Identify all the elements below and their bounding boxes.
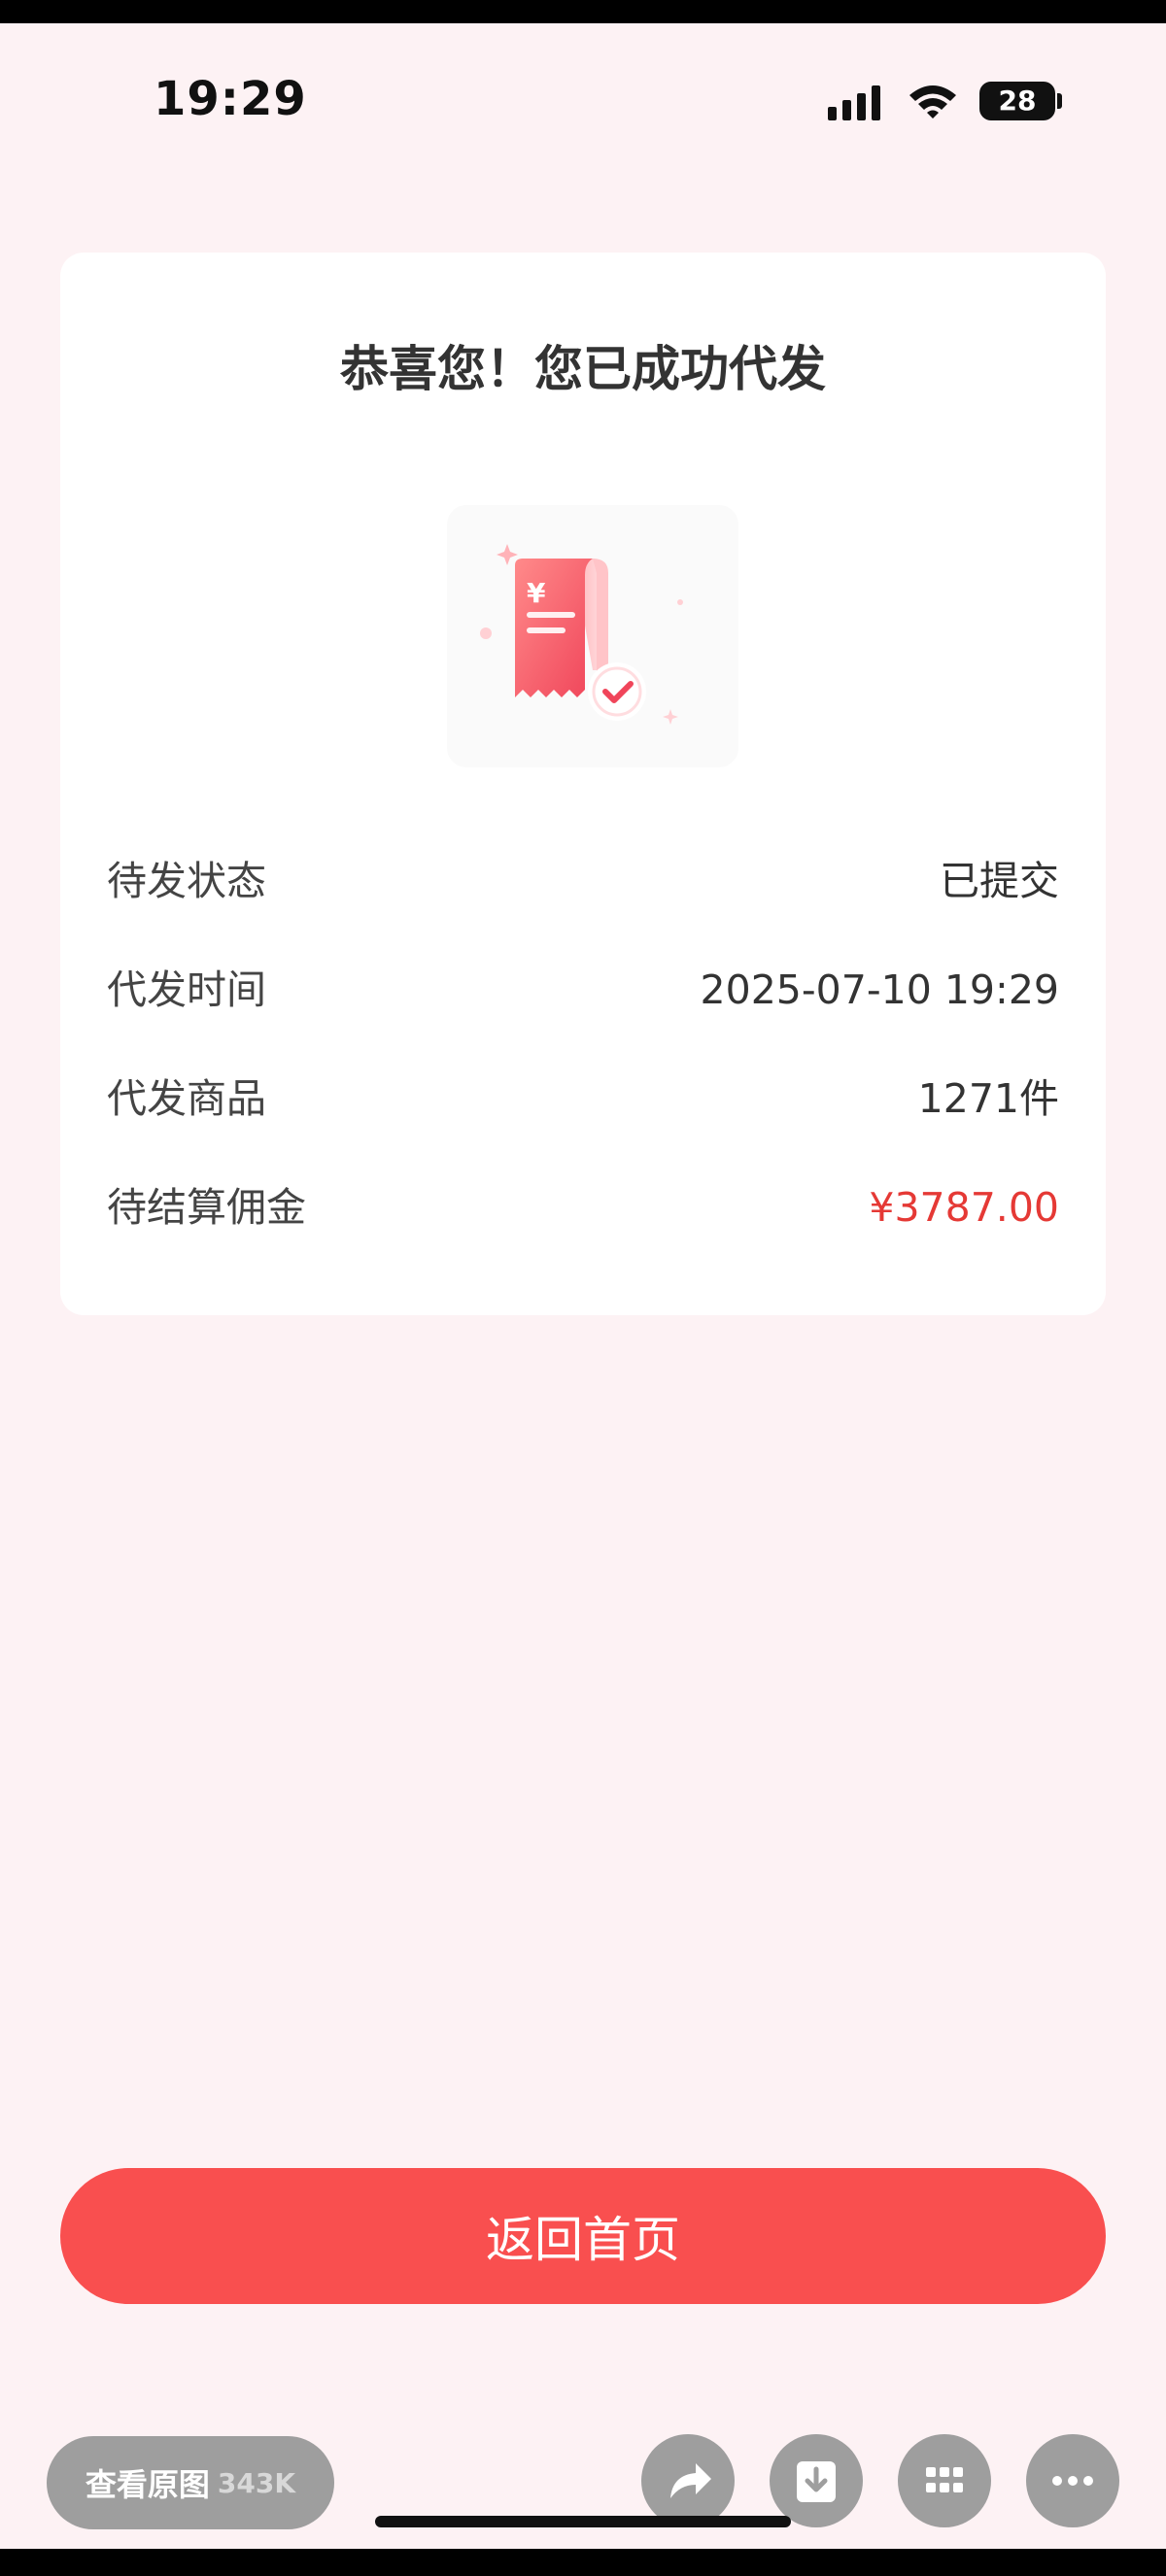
time-value: 2025-07-10 19:29 [700, 966, 1059, 1013]
status-label: 待发状态 [107, 858, 266, 904]
back-to-home-button[interactable]: 返回首页 [60, 2168, 1106, 2304]
svg-text:¥: ¥ [527, 577, 546, 609]
success-card: 恭喜您！您已成功代发 ¥ 待发状态 已提交 代发时间 2025-07-10 19… [60, 253, 1106, 1315]
grid-icon [926, 2467, 963, 2492]
cellular-signal-icon [828, 85, 880, 120]
status-value: 已提交 [940, 858, 1059, 904]
view-original-button[interactable]: 查看原图 343K [47, 2436, 334, 2529]
more-icon [1052, 2476, 1093, 2486]
image-viewer-toolbar: 查看原图 343K [0, 2419, 1166, 2549]
info-row-goods: 代发商品 1271件 [107, 1065, 1059, 1133]
battery-level: 28 [998, 85, 1037, 117]
commission-label: 待结算佣金 [107, 1184, 306, 1231]
receipt-check-icon: ¥ [447, 505, 738, 767]
status-bar: 19:29 28 [0, 23, 1166, 179]
goods-label: 代发商品 [107, 1075, 266, 1122]
info-row-status: 待发状态 已提交 [107, 847, 1059, 915]
goods-value: 1271件 [917, 1075, 1059, 1122]
wifi-icon [909, 85, 956, 119]
share-icon [670, 2463, 711, 2498]
home-indicator[interactable] [375, 2516, 791, 2527]
more-button[interactable] [1026, 2434, 1119, 2527]
bottom-screen-edge [0, 2549, 1166, 2576]
status-time: 19:29 [154, 72, 307, 126]
info-row-commission: 待结算佣金 ¥3787.00 [107, 1173, 1059, 1241]
view-original-size: 343K [217, 2466, 296, 2499]
share-button[interactable] [641, 2434, 735, 2527]
success-title: 恭喜您！您已成功代发 [340, 341, 826, 397]
time-label: 代发时间 [107, 966, 266, 1013]
battery-tip [1057, 93, 1062, 109]
battery-icon: 28 [979, 82, 1063, 120]
view-original-label: 查看原图 [85, 2466, 210, 2503]
info-row-time: 代发时间 2025-07-10 19:29 [107, 956, 1059, 1024]
download-icon [797, 2461, 836, 2502]
top-screen-edge [0, 0, 1166, 23]
grid-button[interactable] [898, 2434, 991, 2527]
commission-value: ¥3787.00 [869, 1184, 1059, 1231]
download-button[interactable] [770, 2434, 863, 2527]
